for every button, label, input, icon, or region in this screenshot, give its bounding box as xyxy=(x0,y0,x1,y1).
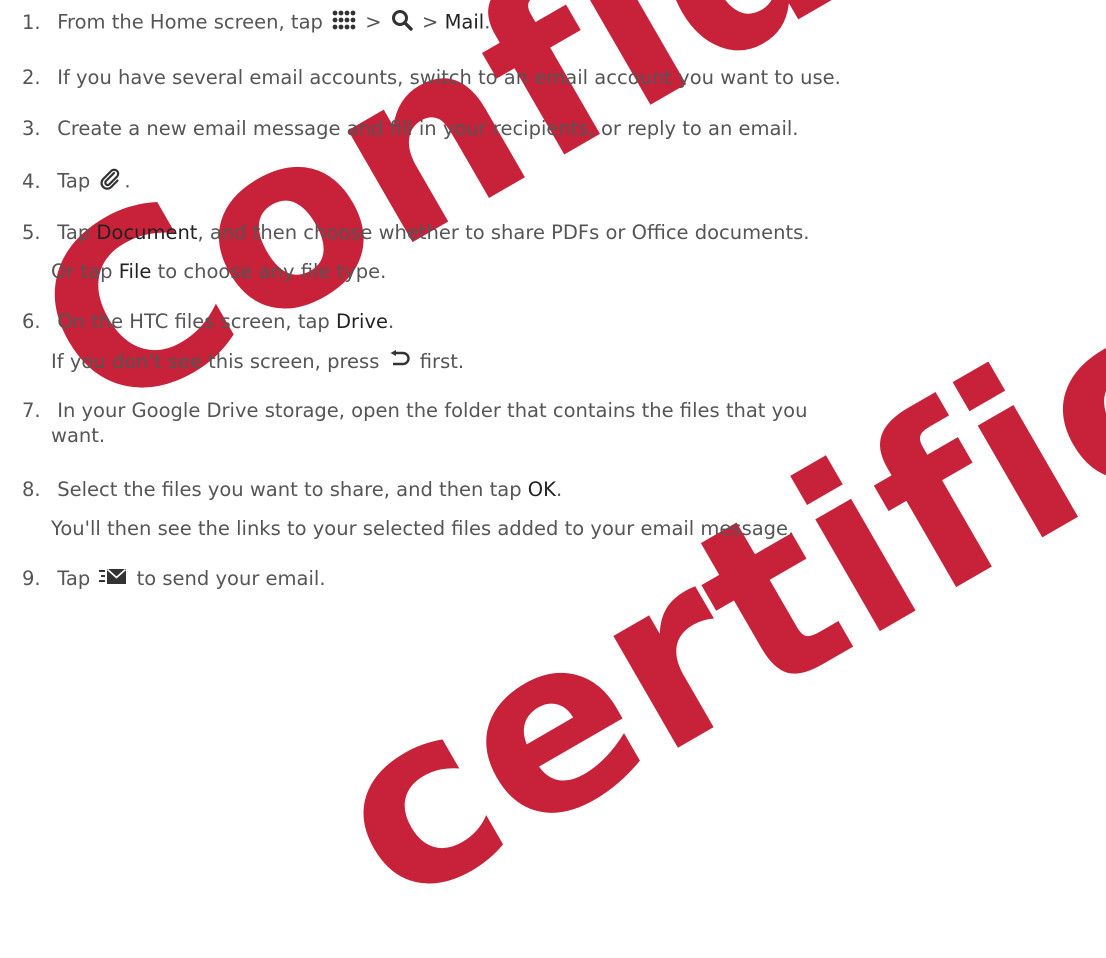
step-text: , and then choose whether to share PDFs … xyxy=(197,221,810,244)
step-9: 9. Tap to send your email. xyxy=(22,566,1102,592)
separator: > xyxy=(365,10,382,34)
step-number: 8. xyxy=(22,478,41,501)
step-punct: . xyxy=(124,169,131,193)
note-text: to choose any file type. xyxy=(157,260,387,283)
step-number: 5. xyxy=(22,221,41,244)
step-8: 8. Select the files you want to share, a… xyxy=(22,477,1102,502)
step-5: 5. Tap Document, and then choose whether… xyxy=(22,220,1102,245)
step-6-note: If you don't see this screen, press firs… xyxy=(51,349,1091,376)
mail-label: Mail xyxy=(444,10,485,34)
note-text: Or tap xyxy=(51,260,113,283)
note-text: first. xyxy=(419,350,465,373)
instruction-list: 1. From the Home screen, tap > > Mail. 2… xyxy=(0,0,1106,660)
step-text: On the HTC files screen, tap xyxy=(57,310,330,333)
step-text: Create a new email message and fill in y… xyxy=(57,117,799,140)
note-text: If you don't see this screen, press xyxy=(51,350,380,373)
step-text: From the Home screen, tap xyxy=(57,10,323,34)
step-4: 4. Tap . xyxy=(22,168,1102,196)
step-text: Tap xyxy=(57,221,91,244)
ok-label: OK xyxy=(527,478,556,501)
paperclip-icon xyxy=(99,168,121,196)
apps-grid-icon xyxy=(332,10,356,36)
step-text: Select the files you want to share, and … xyxy=(57,478,522,501)
drive-label: Drive xyxy=(336,310,389,333)
step-2: 2. If you have several email accounts, s… xyxy=(22,65,1102,90)
step-text: Tap xyxy=(57,169,91,193)
step-number: 2. xyxy=(22,66,41,89)
step-punct: . xyxy=(484,10,491,34)
step-7: 7. In your Google Drive storage, open th… xyxy=(22,398,1102,448)
step-number: 9. xyxy=(22,567,41,590)
send-icon xyxy=(99,567,127,592)
document-label: Document xyxy=(96,221,198,244)
step-number: 4. xyxy=(22,169,41,193)
step-punct: . xyxy=(388,310,395,333)
step-text-continued: want. xyxy=(51,424,106,447)
step-punct: . xyxy=(555,478,563,501)
note-text: You'll then see the links to your select… xyxy=(51,517,795,540)
back-icon xyxy=(389,349,411,376)
step-6: 6. On the HTC files screen, tap Drive. xyxy=(22,309,1102,334)
step-8-note: You'll then see the links to your select… xyxy=(51,516,1091,541)
search-icon xyxy=(391,9,413,37)
step-text: Tap xyxy=(57,567,91,590)
step-number: 3. xyxy=(22,117,41,140)
step-number: 6. xyxy=(22,310,41,333)
step-number: 1. xyxy=(22,10,41,34)
step-5-note: Or tap File to choose any file type. xyxy=(51,259,1091,284)
file-label: File xyxy=(118,260,152,283)
step-3: 3. Create a new email message and fill i… xyxy=(22,116,1102,141)
step-number: 7. xyxy=(22,399,41,422)
step-text: to send your email. xyxy=(136,567,326,590)
step-text: In your Google Drive storage, open the f… xyxy=(57,399,808,422)
separator: > xyxy=(422,10,439,34)
step-1: 1. From the Home screen, tap > > Mail. xyxy=(22,9,1102,37)
step-text: If you have several email accounts, swit… xyxy=(57,66,841,89)
